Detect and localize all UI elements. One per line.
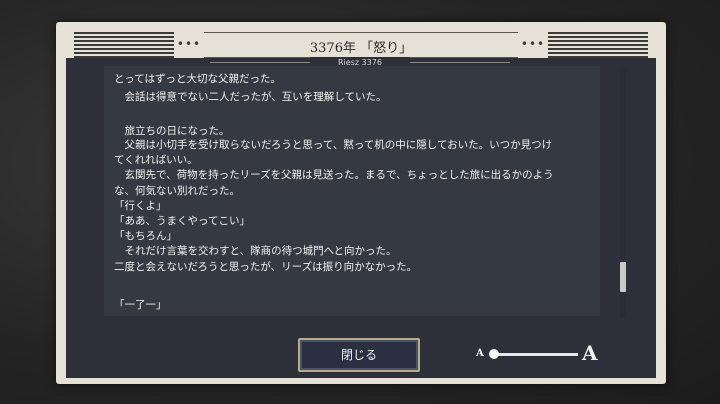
- title-box: 3376年 「怒り」: [204, 32, 518, 58]
- font-size-small-icon: A: [476, 348, 484, 359]
- story-line: とってはずっと大切な父親だった。: [114, 73, 281, 85]
- close-button[interactable]: 閉じる: [298, 338, 420, 372]
- scrollbar-thumb[interactable]: [620, 261, 626, 292]
- story-line: 父親は小切手を受け取らないだろうと思って、黙って机の中に隠しておいた。いつか見つ…: [114, 139, 553, 151]
- font-size-slider-knob[interactable]: [489, 349, 499, 359]
- story-line: 「ああ、うまくやってこい」: [114, 215, 250, 227]
- scrollbar[interactable]: [620, 68, 626, 318]
- story-line: 二度と会えないだろうと思ったが、リーズは振り向かなかった。: [114, 261, 418, 273]
- story-line: 「行くよ」: [114, 200, 167, 212]
- header-dots-right: •••: [520, 37, 546, 51]
- story-line: 玄関先で、荷物を持ったリーズを父親は見送った。まるで、ちょっとした旅に出るかのよ…: [114, 169, 554, 181]
- story-line: 「もちろん」: [114, 230, 177, 242]
- story-line: てくれればいい。: [114, 154, 198, 166]
- header-dots-left: •••: [176, 37, 202, 51]
- story-line: 会話は得意でない二人だったが、互いを理解していた。: [114, 91, 387, 103]
- story-line: 旅立ちの日になった。: [114, 125, 230, 137]
- header-stripes-right: [548, 32, 648, 58]
- font-size-slider[interactable]: [492, 353, 578, 356]
- story-line: な、何気ない別れだった。: [114, 185, 240, 197]
- font-size-large-icon: A: [582, 341, 598, 365]
- story-line: 「一了一」: [114, 299, 167, 311]
- header-stripes-left: [74, 32, 174, 58]
- dialog-title: 3376年 「怒り」: [309, 41, 413, 56]
- story-line: それだけ言葉を交わすと、隊商の待つ城門へと向かった。: [114, 245, 397, 257]
- dialog-header: ••• 3376年 「怒り」 •••: [74, 32, 648, 58]
- story-text-area[interactable]: とってはずっと大切な父親だった。 会話は得意でない二人だったが、互いを理解してい…: [104, 66, 600, 316]
